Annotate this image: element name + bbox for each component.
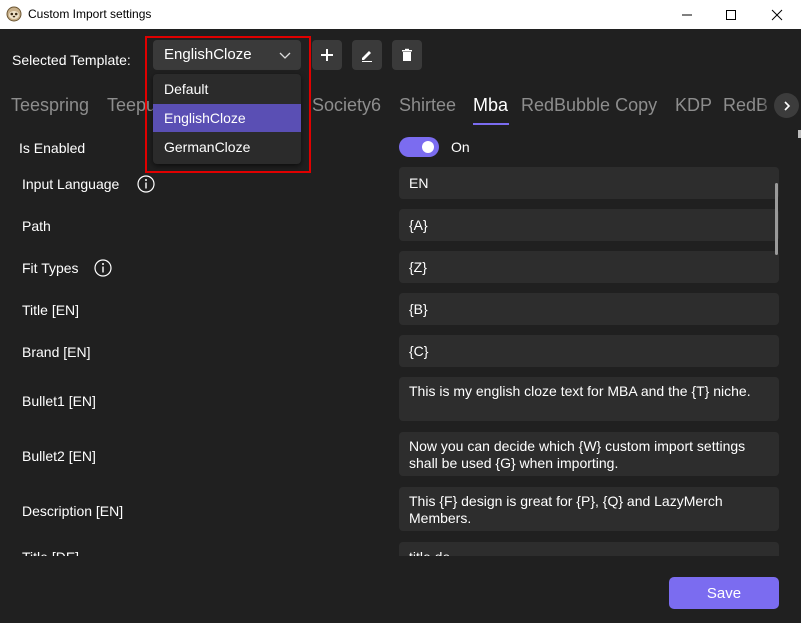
add-template-button[interactable] (312, 40, 342, 70)
save-button-label: Save (706, 584, 742, 602)
info-icon[interactable] (94, 259, 112, 277)
minimize-icon (682, 14, 692, 15)
info-icon[interactable] (137, 175, 155, 193)
tab-shirtee[interactable]: Shirtee (399, 95, 456, 116)
title-en-value: {B} (409, 301, 428, 317)
title-en-field[interactable]: {B} (399, 293, 779, 325)
sloth-face-icon (6, 6, 22, 22)
bullet2-en-field[interactable]: Now you can decide which {W} custom impo… (399, 432, 779, 476)
chevron-right-icon (783, 100, 790, 111)
is-enabled-label: Is Enabled (19, 140, 86, 156)
description-en-value: This {F} design is great for {P}, {Q} an… (409, 493, 723, 526)
input-language-value: EN (409, 175, 429, 191)
maximize-icon (726, 9, 736, 20)
plus-icon (321, 49, 333, 61)
tab-teespring[interactable]: Teespring (11, 95, 89, 116)
save-button[interactable]: Save (669, 577, 779, 609)
minimize-button[interactable] (664, 0, 710, 29)
tab-redbubble-copy[interactable]: RedBubble Copy (521, 95, 657, 116)
highlight-annotation-box (145, 36, 311, 173)
brand-en-field[interactable]: {C} (399, 335, 779, 367)
close-icon (771, 9, 783, 20)
tabs-scroll-right-button[interactable] (774, 93, 799, 118)
path-value: {A} (409, 217, 428, 233)
tab-society6[interactable]: Society6 (312, 95, 381, 116)
window-title: Custom Import settings (28, 7, 152, 21)
brand-en-label: Brand [EN] (22, 344, 91, 360)
delete-template-button[interactable] (392, 40, 422, 70)
tabs-fade (760, 92, 774, 120)
title-en-label: Title [EN] (22, 302, 80, 318)
platform-tabs: Teespring Teepu Society6 Shirtee Mba Red… (0, 92, 801, 126)
bullet1-en-field[interactable]: This is my english cloze text for MBA an… (399, 377, 779, 421)
edit-template-button[interactable] (352, 40, 382, 70)
input-language-label: Input Language (22, 176, 120, 192)
input-language-field[interactable]: EN (399, 167, 779, 199)
tab-kdp[interactable]: KDP (675, 95, 712, 116)
maximize-button[interactable] (708, 0, 754, 29)
fit-types-label: Fit Types (22, 260, 79, 276)
toggle-knob (422, 141, 434, 153)
scrollbar-thumb[interactable] (775, 183, 778, 255)
window-titlebar: Custom Import settings (0, 0, 801, 29)
path-label: Path (22, 218, 51, 234)
tab-mba[interactable]: Mba (473, 95, 508, 116)
trash-icon (402, 48, 412, 61)
is-enabled-state: On (451, 139, 470, 155)
fit-types-value: {Z} (409, 259, 427, 275)
description-en-field[interactable]: This {F} design is great for {P}, {Q} an… (399, 487, 779, 531)
active-tab-indicator (473, 123, 509, 125)
bullet2-en-label: Bullet2 [EN] (22, 448, 96, 464)
close-button[interactable] (754, 0, 800, 29)
description-en-label: Description [EN] (22, 503, 124, 519)
bullet1-en-value: This is my english cloze text for MBA an… (409, 383, 751, 399)
bullet2-en-value: Now you can decide which {W} custom impo… (409, 438, 746, 471)
brand-en-value: {C} (409, 343, 429, 359)
path-field[interactable]: {A} (399, 209, 779, 241)
fit-types-field[interactable]: {Z} (399, 251, 779, 283)
is-enabled-toggle[interactable] (399, 137, 439, 157)
bullet1-en-label: Bullet1 [EN] (22, 393, 96, 409)
selected-template-label: Selected Template: (12, 52, 131, 68)
pencil-icon (362, 51, 372, 62)
